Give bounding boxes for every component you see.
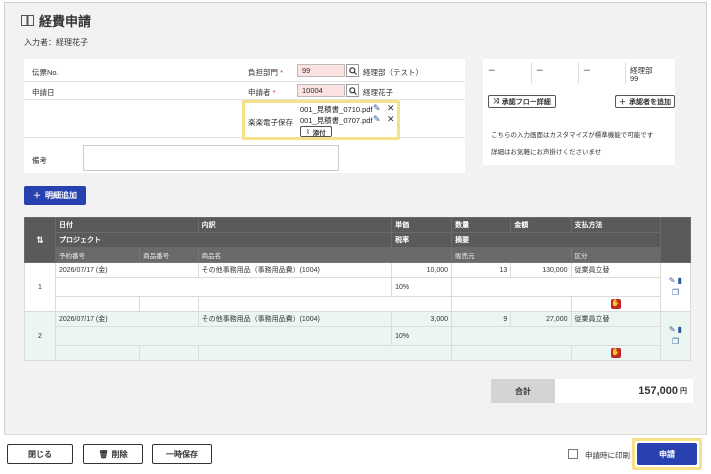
row-price: 3,000 xyxy=(391,311,453,327)
duplicate-icon[interactable]: ❐ xyxy=(672,336,679,347)
close-icon[interactable]: ✕ xyxy=(387,114,395,125)
sort-icon: ⇅ xyxy=(36,234,44,245)
footer-bar: 閉じる 🗑 削除 一時保存 申請時に印刷 申請 xyxy=(4,434,707,472)
remarks-label: 備考 xyxy=(32,156,47,165)
edit-pencil-icon[interactable]: ✎ xyxy=(669,324,676,335)
approver-cell-2: ー xyxy=(536,66,544,75)
applicant-name: 経理花子 xyxy=(363,88,393,97)
trash-icon: 🗑 xyxy=(98,449,109,459)
close-icon[interactable]: ✕ xyxy=(387,103,395,114)
row-amount: 27,000 xyxy=(510,311,572,327)
edit-pencil-icon[interactable]: ✎ xyxy=(373,103,381,114)
dept-name: 経理部（テスト） xyxy=(363,68,423,77)
book-icon xyxy=(21,15,34,26)
form-card: 伝票No. 申請日 負担部門 * 99 経理部（テスト） 申請者 * 10004… xyxy=(24,59,465,173)
print-label: 申請時に印刷 xyxy=(585,451,630,460)
total-label: 合計 xyxy=(491,379,555,403)
edit-pencil-icon[interactable]: ✎ xyxy=(669,275,676,286)
total-unit: 円 xyxy=(680,388,687,395)
duplicate-icon[interactable]: ❐ xyxy=(672,287,679,298)
close-button[interactable]: 閉じる xyxy=(7,444,73,464)
col-product-no: 商品番号 xyxy=(139,247,199,263)
col-summary: 摘要 xyxy=(451,232,661,248)
ebook-label: 楽楽電子保存 xyxy=(248,118,293,127)
col-qty: 数量 xyxy=(451,217,512,233)
dept-search-button[interactable] xyxy=(346,64,359,77)
col-date: 日付 xyxy=(54,217,199,233)
search-icon xyxy=(348,66,357,75)
total-value: 157,000 xyxy=(638,385,678,397)
applicant-search-button[interactable] xyxy=(346,84,359,97)
remarks-textarea[interactable] xyxy=(83,145,339,171)
hand-stop-icon[interactable]: ✋ xyxy=(610,299,621,309)
copy-icon[interactable]: ▮ xyxy=(678,275,682,286)
page-title: 経費申請 xyxy=(21,11,91,30)
sort-cell[interactable]: ⇅ xyxy=(24,217,56,263)
col-project: プロジェクト xyxy=(54,232,393,248)
col-product-name: 商品名 xyxy=(197,247,453,263)
col-category: 区分 xyxy=(570,247,661,263)
row-tax: 10% xyxy=(391,277,453,297)
col-reservation: 予約番号 xyxy=(54,247,141,263)
submit-button[interactable]: 申請 xyxy=(637,443,697,465)
dept-input[interactable]: 99 xyxy=(297,64,345,77)
add-approver-button[interactable]: ＋承認者を追加 xyxy=(615,95,675,108)
plus-icon: ＋ xyxy=(619,98,626,106)
row-tax: 10% xyxy=(391,326,453,346)
approval-flow-button[interactable]: ⤨ 承認フロー詳細 xyxy=(488,95,556,108)
inputter-label: 入力者：経理花子 xyxy=(24,38,88,47)
approval-panel: ー ー ー 経理部 99 ⤨ 承認フロー詳細 ＋承認者を追加 こちらの入力画面はカ… xyxy=(483,59,675,165)
row-payment: 従業員立替 xyxy=(570,311,661,327)
attach-button[interactable]: ⌇ 添付 xyxy=(300,126,332,137)
page-title-text: 経費申請 xyxy=(39,14,92,29)
col-breakdown: 内訳 xyxy=(197,217,393,233)
row-qty: 9 xyxy=(451,311,512,327)
approver-cell-3: ー xyxy=(583,66,591,75)
applicant-input[interactable]: 10004 xyxy=(297,84,345,97)
dept-label: 負担部門 * xyxy=(248,68,284,77)
col-price: 単価 xyxy=(391,217,453,233)
detail-table: ⇅ 日付 内訳 単価 数量 金額 支払方法 プロジェクト 税率 摘要 予約番号 … xyxy=(24,217,692,361)
file-link-1[interactable]: 001_見積書_0710.pdf xyxy=(300,104,373,115)
applicant-label: 申請者 * xyxy=(248,88,276,97)
table-row[interactable]: 2 2026/07/17 (金) その他事務用品（事務用品費）(1004) 3,… xyxy=(24,311,692,361)
hand-stop-icon[interactable]: ✋ xyxy=(610,348,621,358)
row-amount: 130,000 xyxy=(510,262,572,278)
col-tax: 税率 xyxy=(391,232,453,248)
col-amount: 金額 xyxy=(510,217,572,233)
row-item: その他事務用品（事務用品費）(1004) xyxy=(197,262,393,278)
approver-dept-code: 99 xyxy=(630,74,639,83)
approval-note-2: 詳細はお気軽にお声掛けくださいませ xyxy=(491,149,602,156)
row-payment: 従業員立替 xyxy=(570,262,661,278)
table-row[interactable]: 1 2026/07/17 (金) その他事務用品（事務用品費）(1004) 10… xyxy=(24,262,692,312)
row-date: 2026/07/17 (金) xyxy=(54,311,199,327)
temp-save-button[interactable]: 一時保存 xyxy=(152,444,212,464)
file-link-2[interactable]: 001_見積書_0707.pdf xyxy=(300,115,373,126)
row-date: 2026/07/17 (金) xyxy=(54,262,199,278)
plus-icon: ＋ xyxy=(33,191,41,200)
print-checkbox[interactable] xyxy=(568,449,578,459)
col-payment: 支払方法 xyxy=(570,217,661,233)
paperclip-icon: ⌇ xyxy=(306,128,310,136)
col-seller: 販売元 xyxy=(451,247,572,263)
delete-button[interactable]: 🗑 削除 xyxy=(83,444,143,464)
row-item: その他事務用品（事務用品費）(1004) xyxy=(197,311,393,327)
approver-cell-1: ー xyxy=(488,66,496,75)
row-qty: 13 xyxy=(451,262,512,278)
row-price: 10,000 xyxy=(391,262,453,278)
edit-pencil-icon[interactable]: ✎ xyxy=(373,114,381,125)
slip-no-label: 伝票No. xyxy=(32,68,59,77)
row-number: 2 xyxy=(24,311,56,361)
copy-icon[interactable]: ▮ xyxy=(678,324,682,335)
total-value-wrap: 157,000 円 xyxy=(555,379,693,403)
apply-date-label: 申請日 xyxy=(32,88,55,97)
add-detail-button[interactable]: ＋明細追加 xyxy=(24,186,86,205)
flow-icon: ⤨ xyxy=(493,97,499,105)
app-frame: 経費申請 入力者：経理花子 伝票No. 申請日 負担部門 * 99 経理部（テス… xyxy=(4,2,707,472)
search-icon xyxy=(348,86,357,95)
total-box: 合計 157,000 円 xyxy=(491,379,693,403)
row-number: 1 xyxy=(24,262,56,312)
approval-note-1: こちらの入力画面はカスタマイズが標準機能で可能です xyxy=(491,132,654,139)
